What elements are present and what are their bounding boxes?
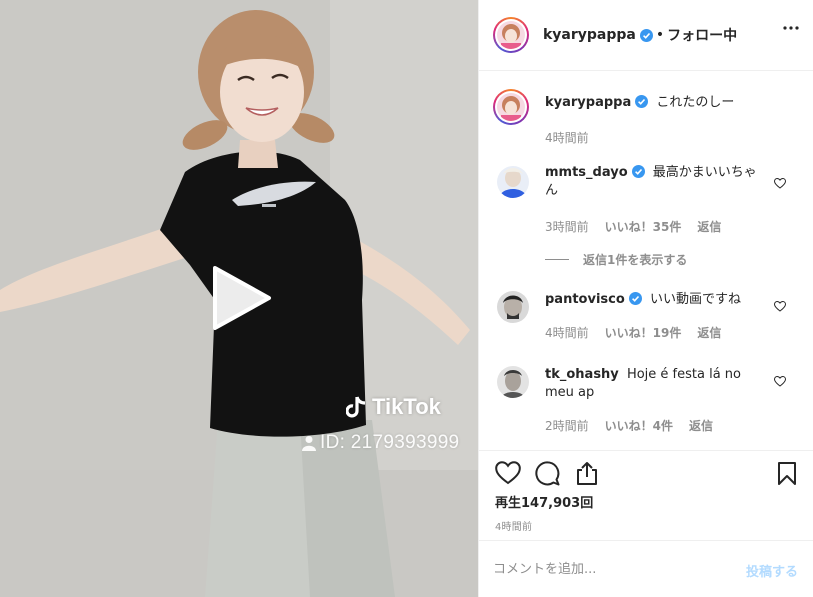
comment-username[interactable]: pantovisco (545, 292, 625, 307)
tiktok-brand: TikTok (372, 394, 441, 419)
comment-time[interactable]: 4時間前 (545, 324, 589, 341)
view-count[interactable]: 再生147,903回 (495, 492, 593, 511)
comment-like-icon[interactable] (774, 376, 786, 387)
comment-avatar[interactable] (497, 366, 529, 398)
caption-avatar[interactable] (493, 89, 529, 125)
play-icon[interactable] (205, 262, 277, 334)
comment-like-icon[interactable] (774, 301, 786, 312)
comment-avatar[interactable] (497, 166, 529, 198)
avatar-image (497, 93, 525, 121)
share-icon[interactable] (575, 461, 599, 486)
action-bar (479, 450, 813, 496)
heart-icon[interactable] (495, 461, 521, 485)
user-icon (302, 436, 316, 451)
comment-likes[interactable]: いいね！4件 (605, 417, 673, 434)
verified-badge-icon (631, 165, 645, 178)
post-panel: kyarypappa • フォロー中 kyarypappa これたのしー 4時間… (478, 0, 813, 597)
verified-badge-icon (639, 28, 653, 42)
verified-badge-icon (635, 95, 649, 108)
avatar[interactable] (493, 17, 529, 53)
comment-likes[interactable]: いいね！35件 (605, 218, 682, 235)
comment-time[interactable]: 2時間前 (545, 417, 589, 434)
tiktok-id-watermark: ID: 2179393999 (302, 432, 459, 454)
header-separator: • (655, 27, 665, 43)
avatar-image (497, 21, 525, 49)
view-replies-label: 返信1件を表示する (583, 253, 688, 267)
add-comment-section: 投稿する (479, 540, 813, 597)
caption-time[interactable]: 4時間前 (545, 129, 589, 146)
comment-username[interactable]: tk_ohashy (545, 367, 619, 382)
comments-list[interactable]: kyarypappa これたのしー 4時間前 mmts_dayo 最高かまいいち… (479, 72, 813, 450)
comment-text: いい動画ですね (649, 292, 741, 307)
tiktok-note-icon (346, 396, 366, 418)
comment-likes[interactable]: いいね！19件 (605, 324, 682, 341)
comment-input[interactable] (493, 557, 723, 581)
comment-reply-button[interactable]: 返信 (697, 218, 721, 235)
comment-avatar[interactable] (497, 291, 529, 323)
post-timestamp[interactable]: 4時間前 (495, 518, 532, 533)
verified-badge-icon (628, 292, 642, 305)
comment-username[interactable]: mmts_dayo (545, 165, 628, 180)
tiktok-id: ID: 2179393999 (320, 432, 460, 453)
header-username[interactable]: kyarypappa (543, 27, 636, 43)
video-player[interactable]: TikTok ID: 2179393999 (0, 0, 478, 597)
comment-reply-button[interactable]: 返信 (689, 417, 713, 434)
follow-status-button[interactable]: フォロー中 (667, 25, 737, 45)
tiktok-watermark: TikTok (346, 394, 441, 420)
comment-reply-button[interactable]: 返信 (697, 324, 721, 341)
more-horizontal-icon[interactable] (783, 26, 799, 30)
comment-icon[interactable] (535, 461, 560, 486)
replies-divider (545, 259, 569, 260)
post-header: kyarypappa • フォロー中 (479, 0, 813, 71)
bookmark-icon[interactable] (777, 461, 797, 486)
post-comment-button[interactable]: 投稿する (746, 561, 798, 580)
caption-username[interactable]: kyarypappa (545, 95, 631, 110)
comment-like-icon[interactable] (774, 178, 786, 189)
view-replies-button[interactable]: 返信1件を表示する (545, 251, 687, 268)
caption-text: これたのしー (656, 95, 735, 110)
comment-time[interactable]: 3時間前 (545, 218, 589, 235)
